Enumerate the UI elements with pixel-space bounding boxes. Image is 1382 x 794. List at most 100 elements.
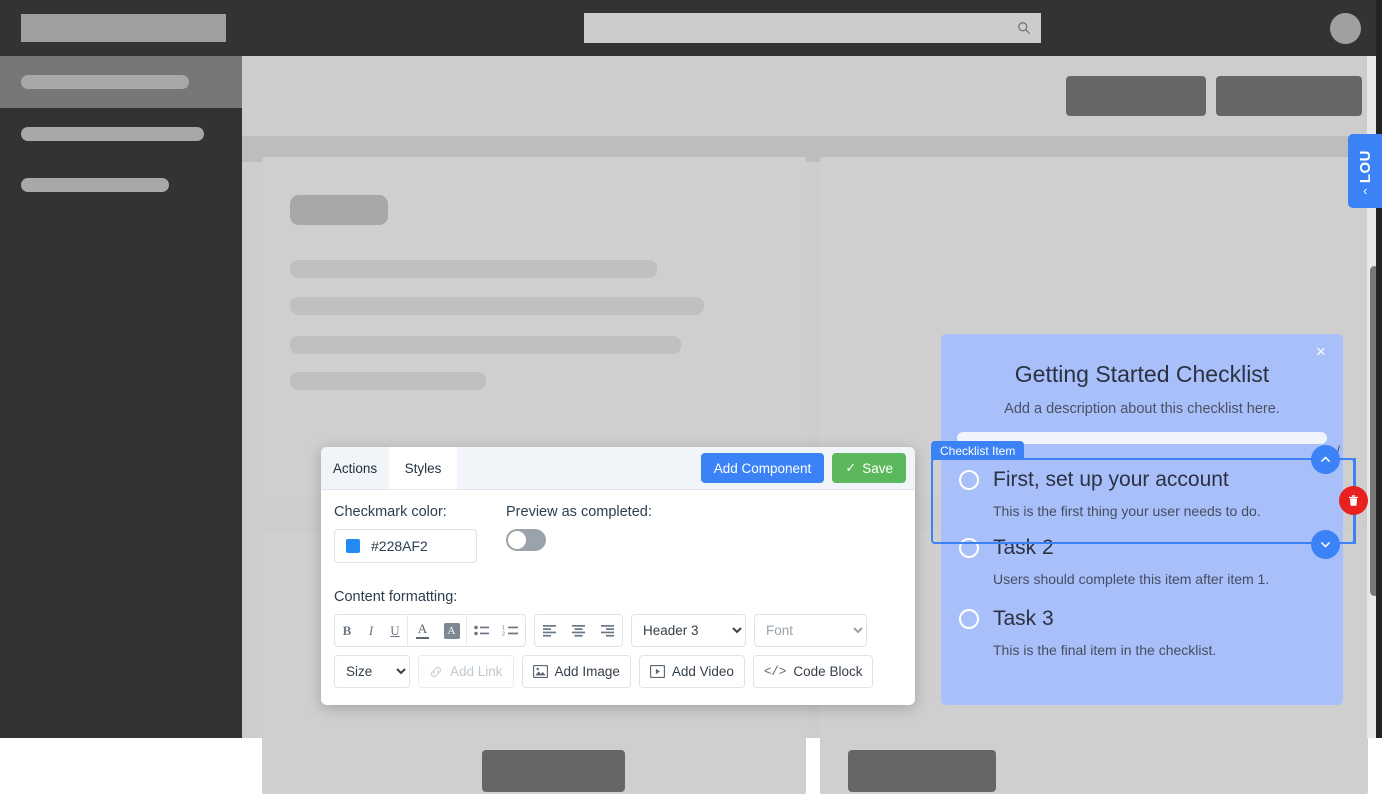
right-edge-rail	[1376, 0, 1382, 738]
align-left-button[interactable]	[535, 615, 564, 646]
card-line	[290, 260, 657, 278]
checkmark-color-field: Checkmark color: #228AF2	[334, 504, 506, 563]
toggle-knob	[508, 531, 526, 549]
sidebar-item-label-1	[21, 75, 189, 89]
video-icon	[650, 665, 665, 678]
checkmark-color-value: #228AF2	[371, 538, 428, 554]
add-component-button[interactable]: Add Component	[701, 453, 825, 483]
sidebar	[0, 56, 242, 738]
checklist-item-checkbox[interactable]	[959, 609, 979, 629]
add-link-button[interactable]: Add Link	[418, 655, 514, 688]
checklist-description: Add a description about this checklist h…	[941, 401, 1343, 417]
align-right-button[interactable]	[593, 615, 622, 646]
save-button[interactable]: ✓ Save	[832, 453, 906, 483]
card-line	[290, 336, 681, 354]
align-right-icon	[600, 624, 615, 637]
underline-icon: U	[390, 623, 399, 639]
header-button-2[interactable]	[1216, 76, 1362, 116]
code-block-label: Code Block	[793, 664, 862, 679]
chevron-left-icon: ‹	[1363, 183, 1368, 198]
font-size-select[interactable]: Size	[334, 655, 410, 688]
search-icon	[1017, 21, 1031, 35]
sidebar-item-label-2[interactable]	[21, 127, 204, 141]
chevron-up-icon	[1319, 453, 1332, 466]
editor-top-row: Checkmark color: #228AF2 Preview as comp…	[334, 504, 902, 563]
component-editor-panel: Actions Styles Add Component ✓ Save Chec…	[321, 447, 915, 705]
bulleted-list-icon	[474, 624, 490, 637]
delete-item-button[interactable]	[1339, 486, 1368, 515]
checklist-item-title: Task 3	[993, 607, 1054, 631]
lou-launcher-tab[interactable]: ‹ LOU	[1348, 134, 1382, 208]
add-image-label: Add Image	[555, 664, 620, 679]
numbered-list-icon: 1 2	[502, 624, 519, 637]
checklist-item-head: First, set up your account	[959, 468, 1325, 492]
bold-icon: B	[343, 623, 352, 639]
checklist-item[interactable]: Task 2 Users should complete this item a…	[941, 536, 1343, 587]
getting-started-checklist-widget: × Getting Started Checklist Add a descri…	[941, 334, 1343, 705]
align-left-icon	[542, 624, 557, 637]
close-icon[interactable]: ×	[1311, 342, 1331, 362]
content-card-1	[262, 157, 806, 497]
checklist-item-title: Task 2	[993, 536, 1054, 560]
alignment-group	[534, 614, 623, 647]
underline-button[interactable]: U	[383, 615, 407, 646]
bold-button[interactable]: B	[335, 615, 359, 646]
checklist-item-description: This is the final item in the checklist.	[993, 642, 1325, 658]
font-color-button[interactable]: A	[408, 615, 437, 646]
app-logo-placeholder	[21, 14, 226, 42]
lou-tab-label: LOU	[1357, 149, 1374, 182]
italic-button[interactable]: I	[359, 615, 383, 646]
card-button[interactable]	[482, 750, 625, 792]
highlight-icon: A	[444, 623, 460, 639]
checklist-item-checkbox[interactable]	[959, 470, 979, 490]
code-block-button[interactable]: </> Code Block	[753, 655, 874, 688]
sidebar-item-label-3[interactable]	[21, 178, 169, 192]
card-line	[290, 372, 486, 390]
card-line	[290, 297, 704, 315]
header-level-select[interactable]: Header 3	[631, 614, 746, 647]
formatting-toolbar-row-2: Size Add Link	[334, 655, 902, 688]
avatar[interactable]	[1330, 13, 1361, 44]
numbered-list-button[interactable]: 1 2	[496, 615, 525, 646]
move-item-up-button[interactable]	[1311, 445, 1340, 474]
checklist-item-checkbox[interactable]	[959, 538, 979, 558]
add-link-label: Add Link	[450, 664, 503, 679]
preview-completed-field: Preview as completed:	[506, 504, 706, 563]
preview-completed-toggle[interactable]	[506, 529, 546, 551]
checklist-item[interactable]: First, set up your account This is the f…	[941, 466, 1343, 519]
editor-body: Checkmark color: #228AF2 Preview as comp…	[321, 490, 915, 688]
card-chip	[290, 195, 388, 225]
editor-tabbar: Actions Styles Add Component ✓ Save	[321, 447, 915, 490]
highlight-button[interactable]: A	[437, 615, 466, 646]
wireframe-topbar	[0, 0, 1382, 56]
link-icon	[429, 665, 443, 679]
checklist-item[interactable]: Task 3 This is the final item in the che…	[941, 607, 1343, 658]
svg-text:2: 2	[502, 632, 505, 637]
lou-tab-inner: ‹ LOU	[1357, 149, 1374, 192]
content-formatting-label: Content formatting:	[334, 589, 902, 605]
checklist-item-description: This is the first thing your user needs …	[993, 503, 1325, 519]
italic-icon: I	[369, 623, 373, 639]
card-button[interactable]	[848, 750, 996, 792]
check-icon: ✓	[845, 460, 856, 476]
search-input[interactable]	[584, 13, 1041, 43]
checkmark-color-input[interactable]: #228AF2	[334, 529, 477, 563]
color-swatch	[346, 539, 360, 553]
editor-actions: Add Component ✓ Save	[701, 447, 915, 489]
add-image-button[interactable]: Add Image	[522, 655, 631, 688]
align-center-button[interactable]	[564, 615, 593, 646]
checklist-item-title: First, set up your account	[993, 468, 1229, 492]
add-video-button[interactable]: Add Video	[639, 655, 745, 688]
formatting-toolbar-row-1: B I U A A	[334, 614, 902, 647]
tab-actions[interactable]: Actions	[321, 447, 389, 489]
header-button-1[interactable]	[1066, 76, 1206, 116]
save-button-label: Save	[862, 461, 893, 476]
bulleted-list-button[interactable]	[467, 615, 496, 646]
checklist-title: Getting Started Checklist	[941, 361, 1343, 388]
font-family-select[interactable]: Font	[754, 614, 867, 647]
tab-styles[interactable]: Styles	[389, 447, 457, 489]
font-color-icon: A	[416, 622, 429, 639]
image-icon	[533, 665, 548, 678]
checklist-item-head: Task 2	[959, 536, 1325, 560]
move-item-down-button[interactable]	[1311, 530, 1340, 559]
